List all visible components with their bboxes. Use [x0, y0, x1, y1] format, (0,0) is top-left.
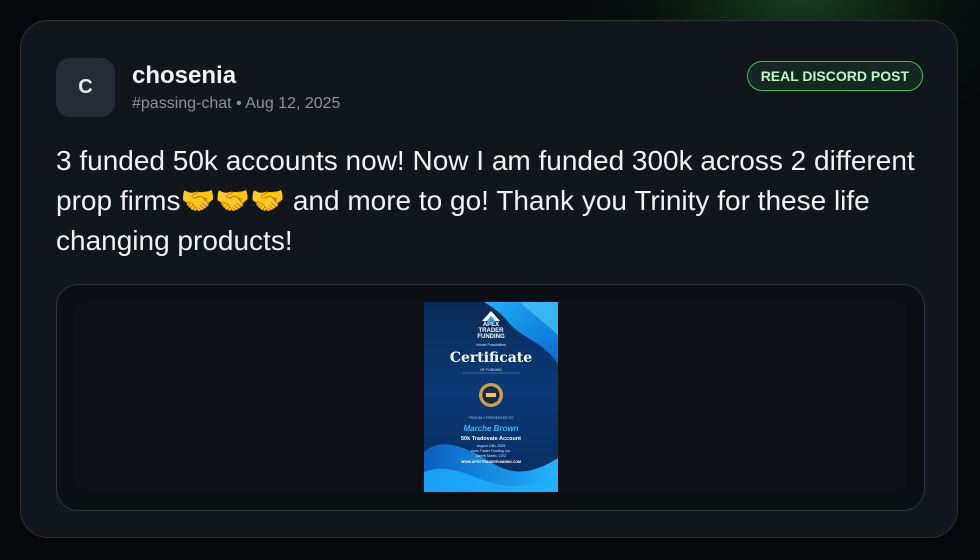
- channel-name[interactable]: #passing-chat: [132, 95, 232, 112]
- certificate-tagline: Infinite Possibilities: [476, 343, 506, 347]
- certificate-company: Apex Trader Funding, Inc.: [470, 449, 512, 453]
- avatar[interactable]: C: [56, 58, 115, 117]
- real-discord-post-badge: REAL DISCORD POST: [746, 61, 923, 91]
- certificate-url: WWW.APEXTRADERFUNDING.COM: [461, 460, 521, 464]
- certificate-title: Certificate: [449, 350, 533, 366]
- apex-logo-icon: [482, 311, 500, 321]
- image-embed[interactable]: APEX TRADER FUNDING Infinite Possibiliti…: [56, 284, 925, 511]
- certificate-presents: PROUDLY PRESENTED TO: [468, 416, 514, 420]
- post-meta: #passing-chat • Aug 12, 2025: [132, 95, 340, 113]
- avatar-letter: C: [78, 76, 93, 98]
- certificate-account: 50k Tradovate Account: [460, 436, 521, 442]
- certificate-date: August 10th, 2025: [476, 444, 506, 448]
- username[interactable]: chosenia: [132, 62, 236, 90]
- certificate-subtitle: OF FUNDING: [480, 368, 502, 372]
- discord-post-card: C chosenia #passing-chat • Aug 12, 2025 …: [20, 20, 958, 538]
- certificate-brand: APEX TRADER FUNDING: [424, 322, 558, 340]
- meta-separator: •: [236, 95, 242, 112]
- certificate-image[interactable]: APEX TRADER FUNDING Infinite Possibiliti…: [424, 302, 558, 492]
- certificate-signer: Darrell Martin, CEO: [475, 454, 507, 458]
- certificate-recipient: Marche Brown: [463, 424, 519, 433]
- message-text: 3 funded 50k accounts now! Now I am fund…: [56, 145, 915, 256]
- award-seal-icon: [479, 383, 503, 407]
- brand-line-3: FUNDING: [477, 334, 505, 340]
- post-date: Aug 12, 2025: [245, 95, 341, 112]
